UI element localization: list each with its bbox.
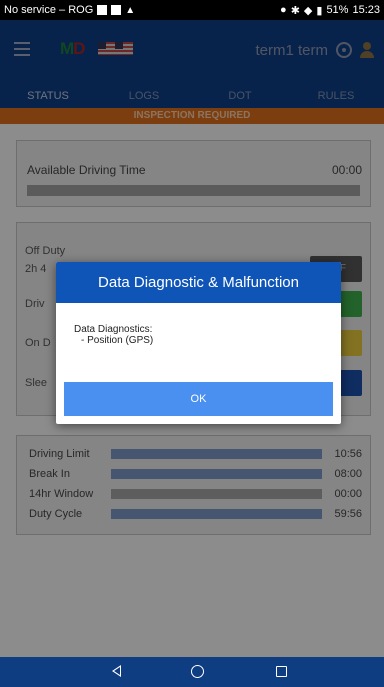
system-status-bar: No service – ROG ▲ ● ✱ ◆ ▮ 51% 15:23 (0, 0, 384, 20)
wifi-icon: ◆ (303, 4, 313, 17)
back-icon[interactable] (112, 665, 121, 677)
diagnostic-dialog: Data Diagnostic & Malfunction Data Diagn… (56, 262, 341, 424)
ok-button[interactable]: OK (64, 382, 333, 416)
dialog-heading: Data Diagnostics: (74, 324, 153, 335)
image-notification-icon (111, 5, 122, 15)
dialog-message: Data Diagnostics: - Position (GPS) (74, 324, 153, 346)
home-icon[interactable] (191, 665, 204, 678)
location-icon: ● (280, 4, 287, 16)
clock: 15:23 (352, 4, 380, 16)
battery-icon: ▮ (316, 4, 323, 17)
carrier-text: No service – ROG (4, 4, 94, 16)
system-nav-bar (0, 657, 384, 687)
dialog-item: - Position (GPS) (81, 335, 154, 346)
recent-apps-icon[interactable] (276, 666, 287, 677)
battery-percent: 51% (326, 4, 349, 16)
warning-icon: ▲ (125, 4, 136, 16)
dialog-title: Data Diagnostic & Malfunction (56, 262, 341, 303)
bluetooth-icon: ✱ (290, 4, 300, 17)
notification-icon (97, 5, 108, 15)
